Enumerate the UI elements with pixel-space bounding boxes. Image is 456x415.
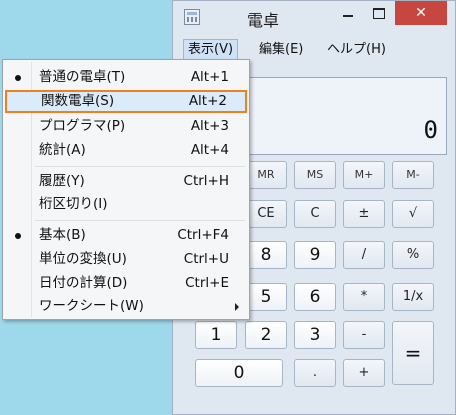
key-decimal[interactable]: . [294,359,336,387]
menu-item-standard[interactable]: 普通の電卓(T) Alt+1 [3,66,249,89]
menu-item-label: 単位の変換(U) [39,251,127,267]
submenu-arrow-icon [235,303,239,311]
title-bar[interactable]: 電卓 ✕ [173,1,455,35]
key-ms[interactable]: MS [294,161,336,189]
menu-item-label: 関数電卓(S) [41,93,115,109]
menu-separator [35,220,245,221]
radio-check-icon [15,75,21,81]
window-title: 電卓 [247,11,280,30]
key-8[interactable]: 8 [245,241,287,269]
menu-item-shortcut: Alt+1 [190,69,229,85]
menu-item-shortcut: Alt+4 [190,142,229,158]
key-5[interactable]: 5 [245,283,287,311]
menu-item-shortcut: Alt+3 [190,118,229,134]
menu-item-scientific[interactable]: 関数電卓(S) Alt+2 [5,90,247,113]
close-button[interactable]: ✕ [395,1,447,25]
menu-item-label: 統計(A) [39,142,86,158]
key-3[interactable]: 3 [294,321,336,349]
minimize-button[interactable] [333,1,363,25]
menu-item-unit-conversion[interactable]: 単位の変換(U) Ctrl+U [3,248,249,271]
menu-item-shortcut: Ctrl+F4 [177,227,229,243]
menu-edit[interactable]: 編集(E) [255,39,307,61]
key-1[interactable]: 1 [195,321,237,349]
menu-item-label: プログラマ(P) [39,118,126,134]
menu-item-shortcut: Ctrl+H [183,173,229,189]
menu-item-label: 日付の計算(D) [39,275,128,291]
maximize-button[interactable] [363,1,393,25]
key-m-plus[interactable]: M+ [343,161,385,189]
menu-item-shortcut: Ctrl+U [183,251,229,267]
menu-item-date-calculation[interactable]: 日付の計算(D) Ctrl+E [3,272,249,295]
key-equals[interactable]: = [392,321,434,385]
key-subtract[interactable]: - [343,321,385,349]
menu-item-label: 桁区切り(I) [39,196,108,212]
key-6[interactable]: 6 [294,283,336,311]
view-menu-dropdown: 普通の電卓(T) Alt+1 関数電卓(S) Alt+2 プログラマ(P) Al… [2,59,250,320]
menu-item-programmer[interactable]: プログラマ(P) Alt+3 [3,115,249,138]
calculator-app-icon[interactable] [184,9,200,25]
key-mr[interactable]: MR [245,161,287,189]
menu-item-label: 履歴(Y) [39,173,85,189]
menu-item-history[interactable]: 履歴(Y) Ctrl+H [3,170,249,193]
key-percent[interactable]: % [392,241,434,269]
menu-item-worksheets[interactable]: ワークシート(W) [3,295,249,318]
key-multiply[interactable]: * [343,283,385,311]
key-2[interactable]: 2 [245,321,287,349]
key-0[interactable]: 0 [195,359,283,387]
menu-item-statistics[interactable]: 統計(A) Alt+4 [3,139,249,162]
key-9[interactable]: 9 [294,241,336,269]
key-m-minus[interactable]: M- [392,161,434,189]
key-c[interactable]: C [294,200,336,228]
menu-item-label: ワークシート(W) [39,298,144,314]
menu-item-shortcut: Ctrl+E [185,275,229,291]
key-plus-minus[interactable]: ± [343,200,385,228]
menu-item-digit-grouping[interactable]: 桁区切り(I) [3,193,249,216]
menu-item-shortcut: Alt+2 [188,93,227,109]
menu-item-label: 基本(B) [39,227,86,243]
key-add[interactable]: + [343,359,385,387]
menu-item-label: 普通の電卓(T) [39,69,126,85]
key-divide[interactable]: / [343,241,385,269]
display-value: 0 [423,116,438,144]
key-reciprocal[interactable]: 1/x [392,283,434,311]
menu-separator [35,166,245,167]
menu-view[interactable]: 表示(V) [183,39,239,61]
radio-check-icon [15,233,21,239]
menu-item-basic[interactable]: 基本(B) Ctrl+F4 [3,224,249,247]
key-sqrt[interactable]: √ [392,200,434,228]
key-ce[interactable]: CE [245,200,287,228]
menu-help[interactable]: ヘルプ(H) [323,39,390,61]
